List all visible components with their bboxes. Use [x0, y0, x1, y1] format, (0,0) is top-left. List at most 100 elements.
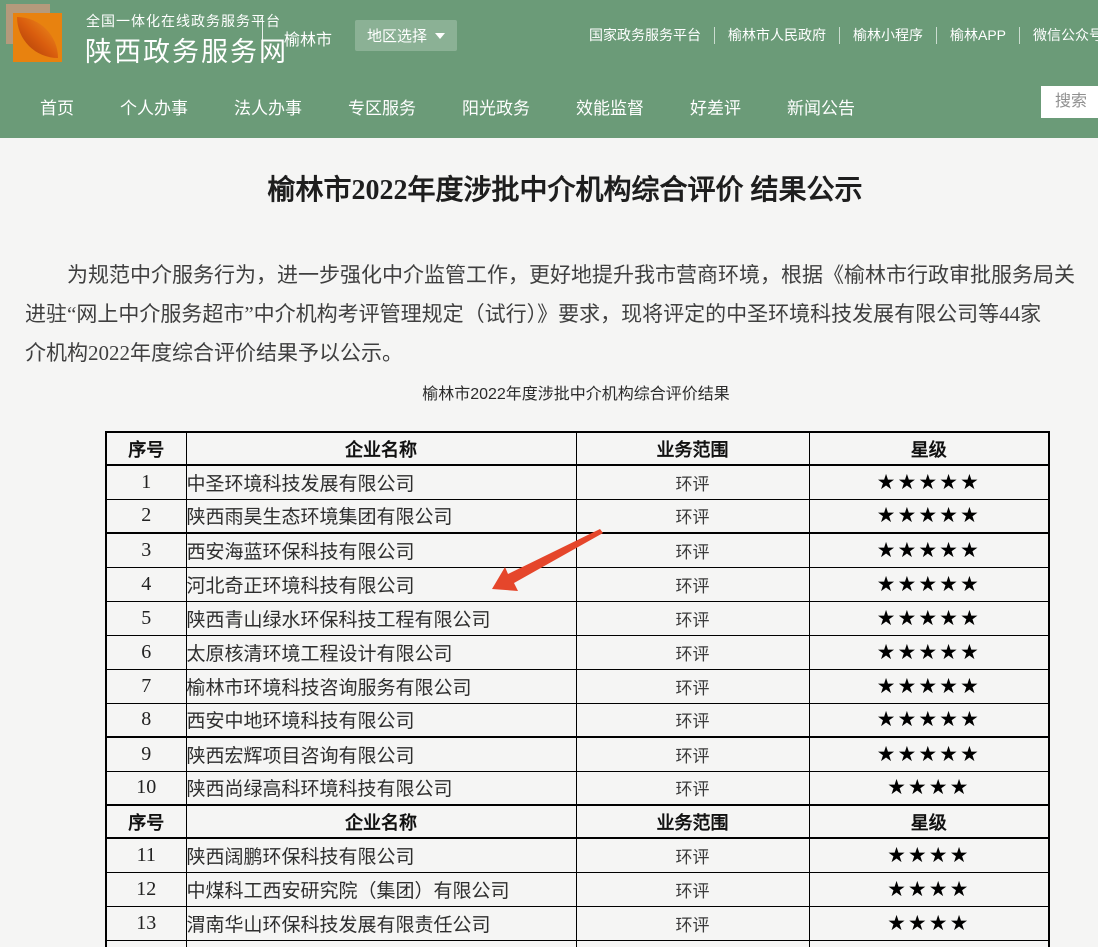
page-title: 榆林市2022年度涉批中介机构综合评价 结果公示: [0, 172, 1098, 210]
region-selector-label: 地区选择: [367, 25, 427, 46]
table-row: 3西安海蓝环保科技有限公司环评★★★★★: [106, 533, 1049, 567]
cell-scope: 环评: [576, 838, 809, 872]
logo-orange-square: [13, 13, 62, 62]
nav-item-法人办事[interactable]: 法人办事: [234, 94, 302, 119]
table-row: 9陕西宏辉项目咨询有限公司环评★★★★★: [106, 737, 1049, 771]
current-city-label[interactable]: 榆林市: [284, 26, 332, 50]
column-header: 业务范围: [576, 805, 809, 838]
table-row: 6太原核清环境工程设计有限公司环评★★★★★: [106, 635, 1049, 669]
cell-name: 陕西尚绿高科环境科技有限公司: [186, 771, 576, 805]
nav-item-好差评[interactable]: 好差评: [690, 94, 741, 119]
cell-name: 陕西阔鹏环保科技有限公司: [186, 838, 576, 872]
table-row: 7榆林市环境科技咨询服务有限公司环评★★★★★: [106, 669, 1049, 703]
site-logo-icon: [6, 4, 76, 74]
header-link[interactable]: 榆林市人民政府: [715, 25, 839, 45]
cell-name: 陕西雨昊生态环境集团有限公司: [186, 499, 576, 533]
cell-stars: ★★★★★: [809, 669, 1049, 703]
header-link-bar: 国家政务服务平台榆林市人民政府榆林小程序榆林APP微信公众号注册: [576, 0, 1098, 70]
cell-name: 中圣环境科技发展有限公司: [186, 465, 576, 499]
cell-stars: ★★★★★: [809, 737, 1049, 771]
cell-scope: 环评: [576, 601, 809, 635]
column-header: 序号: [106, 805, 186, 838]
cell-no: 7: [106, 669, 186, 703]
header-link[interactable]: 国家政务服务平台: [576, 25, 714, 45]
cell-name: 渭南华山环保科技发展有限责任公司: [186, 906, 576, 940]
nav-item-首页[interactable]: 首页: [40, 94, 74, 119]
cell-stars: ★★★★★: [809, 601, 1049, 635]
cell-scope: 环评: [576, 465, 809, 499]
cell-scope: 环评: [576, 533, 809, 567]
platform-tagline: 全国一体化在线政务服务平台: [86, 11, 281, 31]
cell-name: 河北奇正环境科技有限公司: [186, 567, 576, 601]
table-row: 1中圣环境科技发展有限公司环评★★★★★: [106, 465, 1049, 499]
cell-name: 陕西青山绿水环保科技工程有限公司: [186, 601, 576, 635]
cell-stars: ★★★★: [809, 771, 1049, 805]
header-link[interactable]: 微信公众号: [1020, 25, 1098, 45]
nav-item-个人办事[interactable]: 个人办事: [120, 94, 188, 119]
nav-item-新闻公告[interactable]: 新闻公告: [787, 94, 855, 119]
announcement-paragraph: 为规范中介服务行为，进一步强化中介监管工作，更好地提升我市营商环境，根据《榆林市…: [0, 256, 1098, 373]
nav-item-阳光政务[interactable]: 阳光政务: [462, 94, 530, 119]
cell-no: 9: [106, 737, 186, 771]
cell-stars: ★★★★★: [809, 533, 1049, 567]
cell-no: 11: [106, 838, 186, 872]
header-link[interactable]: 榆林APP: [937, 25, 1019, 45]
cell-no: 12: [106, 872, 186, 906]
cell-stars: ★★★★★: [809, 465, 1049, 499]
column-header: 序号: [106, 432, 186, 465]
evaluation-results-table: 序号企业名称业务范围星级1中圣环境科技发展有限公司环评★★★★★2陕西雨昊生态环…: [105, 431, 1050, 947]
cell-no: 2: [106, 499, 186, 533]
cell-scope: 环评: [576, 906, 809, 940]
cell-stars: ★★★★★: [809, 499, 1049, 533]
logo-leaf-icon: [17, 17, 58, 58]
column-header: 星级: [809, 432, 1049, 465]
table-row: 4河北奇正环境科技有限公司环评★★★★★: [106, 567, 1049, 601]
column-header: 企业名称: [186, 805, 576, 838]
cell-scope: 环评: [576, 737, 809, 771]
cell-stars: ★★★★: [809, 838, 1049, 872]
paragraph-line: 介机构2022年度综合评价结果予以公示。: [0, 334, 1098, 373]
table-row: 10陕西尚绿高科环境科技有限公司环评★★★★: [106, 771, 1049, 805]
cell-name: 中煤科工西安研究院（集团）有限公司: [186, 872, 576, 906]
cell-scope: 环评: [576, 499, 809, 533]
cell-scope: 环评: [576, 567, 809, 601]
nav-item-专区服务[interactable]: 专区服务: [348, 94, 416, 119]
header-link[interactable]: 榆林小程序: [840, 25, 936, 45]
cell-name: 陕西宏辉项目咨询有限公司: [186, 737, 576, 771]
cell-scope: 环评: [576, 669, 809, 703]
table-row: 8西安中地环境科技有限公司环评★★★★★: [106, 703, 1049, 737]
cell-no: 5: [106, 601, 186, 635]
cell-scope: 环评: [576, 771, 809, 805]
cell-stars: ★★★★: [809, 872, 1049, 906]
cell-no: 13: [106, 906, 186, 940]
table-row: 2陕西雨昊生态环境集团有限公司环评★★★★★: [106, 499, 1049, 533]
cell-scope: 环评: [576, 872, 809, 906]
paragraph-line: 为规范中介服务行为，进一步强化中介监管工作，更好地提升我市营商环境，根据《榆林市…: [0, 256, 1098, 295]
chevron-down-icon: [435, 33, 445, 39]
cell-scope: 环评: [576, 635, 809, 669]
table-caption: 榆林市2022年度涉批中介机构综合评价结果: [0, 385, 1098, 405]
nav-item-效能监督[interactable]: 效能监督: [576, 94, 644, 119]
region-selector-button[interactable]: 地区选择: [355, 20, 457, 51]
cell-name: 太原核清环境工程设计有限公司: [186, 635, 576, 669]
cell-scope: 环评: [576, 703, 809, 737]
announcement-document: 榆林市2022年度涉批中介机构综合评价 结果公示 为规范中介服务行为，进一步强化…: [0, 172, 1098, 947]
cell-no: 3: [106, 533, 186, 567]
main-nav: 首页 个人办事 法人办事 专区服务 阳光政务 效能监督 好差评 新闻公告: [0, 75, 1098, 138]
cell-no: 4: [106, 567, 186, 601]
search-box[interactable]: [1041, 86, 1098, 118]
table-row: 11陕西阔鹏环保科技有限公司环评★★★★: [106, 838, 1049, 872]
cell-stars: ★★★★★: [809, 567, 1049, 601]
cell-name: 榆林市环境科技咨询服务有限公司: [186, 669, 576, 703]
cell-no: 10: [106, 771, 186, 805]
table-row: 13渭南华山环保科技发展有限责任公司环评★★★★: [106, 906, 1049, 940]
search-input[interactable]: [1053, 92, 1098, 112]
paragraph-line: 进驻“网上中介服务超市”中介机构考评管理规定（试行）》要求，现将评定的中圣环境科…: [0, 295, 1098, 334]
column-header: 星级: [809, 805, 1049, 838]
column-header: 企业名称: [186, 432, 576, 465]
cell-stars: ★★★★★: [809, 635, 1049, 669]
table-row: 5陕西青山绿水环保科技工程有限公司环评★★★★★: [106, 601, 1049, 635]
table-row: 12中煤科工西安研究院（集团）有限公司环评★★★★: [106, 872, 1049, 906]
cell-stars: ★★★★: [809, 906, 1049, 940]
table-header-row: 序号企业名称业务范围星级: [106, 432, 1049, 465]
